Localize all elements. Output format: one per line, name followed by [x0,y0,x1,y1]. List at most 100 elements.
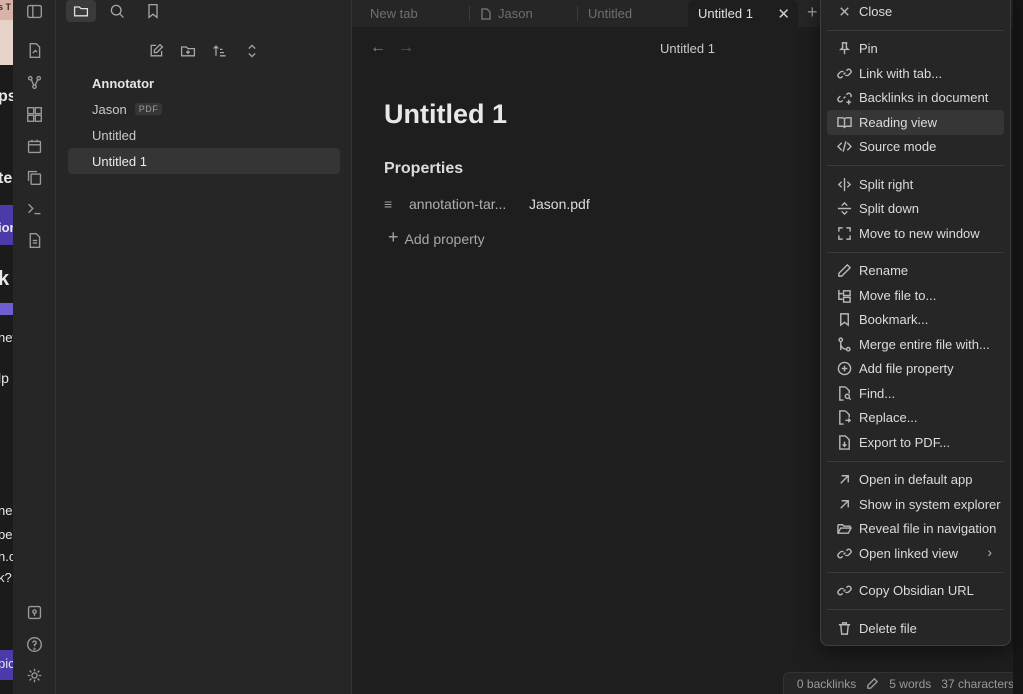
property-value[interactable]: Jason.pdf [529,196,590,212]
menu-item-rename[interactable]: Rename [827,259,1004,284]
close-tab-icon[interactable]: ✕ [777,5,790,23]
calendar-icon[interactable] [24,136,44,156]
menu-item-add-file-property[interactable]: Add file property [827,357,1004,382]
new-tab-button[interactable]: + [807,2,818,23]
pdf-file-icon [481,7,491,20]
backlinks-count[interactable]: 0 backlinks [797,677,856,691]
menu-item-label: Open in default app [859,472,973,488]
terminal-icon[interactable] [24,198,44,218]
search-icon[interactable] [102,0,132,22]
peek-text: lp [0,370,9,386]
tab-untitled-1[interactable]: Untitled 1 ✕ [688,0,798,27]
menu-item-label: Find... [859,385,896,401]
tab-untitled[interactable]: Untitled [578,0,688,27]
menu-item-copy-obsidian-url[interactable]: Copy Obsidian URL [827,579,1004,604]
properties-heading[interactable]: Properties [384,160,463,178]
menu-item-pin[interactable]: Pin [827,37,1004,62]
split-right-icon [836,176,852,192]
file-item-untitled[interactable]: Untitled [68,122,340,148]
new-folder-icon[interactable] [177,40,199,62]
collapse-all-icon[interactable] [241,40,263,62]
peek-text: pic [0,656,13,671]
copy-icon[interactable] [24,167,44,187]
menu-item-reveal-file-in-navigation[interactable]: Reveal file in navigation [827,517,1004,542]
property-key[interactable]: annotation-tar... [409,196,529,212]
document-icon[interactable] [24,230,44,250]
tab-label: Jason [498,6,533,21]
menu-item-split-down[interactable]: Split down [827,197,1004,222]
menu-item-merge-entire-file[interactable]: Merge entire file with... [827,332,1004,357]
menu-item-move-to-new-window[interactable]: Move to new window [827,221,1004,246]
property-row[interactable]: ≡ annotation-tar... Jason.pdf [384,193,684,215]
files-folder-icon[interactable] [66,0,96,22]
window-edge [1013,0,1023,694]
folder-tree-icon [836,287,852,303]
menu-item-label: Rename [859,263,909,279]
menu-item-open-linked-view[interactable]: Open linked view › [827,541,1004,566]
menu-item-label: Add file property [859,361,954,377]
settings-gear-icon[interactable] [24,665,44,685]
left-ribbon [13,0,56,694]
peek-text: ne [0,503,13,518]
folder-annotator[interactable]: Annotator [68,70,340,96]
menu-item-replace[interactable]: Replace... [827,406,1004,431]
menu-item-link-with-tab[interactable]: Link with tab... [827,61,1004,86]
pencil-icon[interactable] [866,677,879,690]
link-icon [836,583,852,599]
menu-divider [827,609,1004,610]
code-icon [836,139,852,155]
trash-icon [836,620,852,636]
plus-circle-icon [836,361,852,377]
peek-text: ps [0,88,13,105]
add-property-button[interactable]: + Add property [388,227,485,248]
chevron-right-icon: › [987,544,992,560]
menu-item-label: Close [859,3,893,19]
file-item-label: Untitled 1 [92,153,147,169]
backlinks-icon [836,90,852,106]
git-merge-icon [836,336,852,352]
menu-item-label: Backlinks in document [859,90,989,106]
menu-item-split-right[interactable]: Split right [827,172,1004,197]
canvas-icon[interactable] [24,104,44,124]
menu-item-source-mode[interactable]: Source mode [827,135,1004,160]
menu-item-bookmark[interactable]: Bookmark... [827,308,1004,333]
new-note-icon[interactable] [145,40,167,62]
tab-label: New tab [370,6,418,21]
tab-new-tab[interactable]: New tab [352,0,470,27]
file-type-badge: PDF [134,103,163,115]
arrow-up-right-icon [836,472,852,488]
vault-switch-icon[interactable] [24,602,44,622]
menu-item-label: Delete file [859,620,917,636]
menu-item-show-in-system-explorer[interactable]: Show in system explorer [827,492,1004,517]
quick-switcher-icon[interactable] [24,40,44,60]
file-item-jason[interactable]: Jason PDF [68,96,340,122]
menu-item-label: Replace... [859,410,918,426]
file-explorer-sidebar: Annotator Jason PDF Untitled Untitled 1 [56,0,352,694]
sidebar-toggle-icon[interactable] [24,1,44,21]
help-icon[interactable] [24,634,44,654]
menu-item-export-to-pdf[interactable]: Export to PDF... [827,430,1004,455]
menu-item-backlinks-in-document[interactable]: Backlinks in document [827,86,1004,111]
menu-item-delete-file[interactable]: Delete file [827,616,1004,641]
menu-divider [827,251,1004,253]
menu-item-move-file-to[interactable]: Move file to... [827,283,1004,308]
pencil-icon [836,263,852,279]
tab-jason[interactable]: Jason [470,0,578,27]
note-title[interactable]: Untitled 1 [384,99,507,130]
menu-item-find[interactable]: Find... [827,381,1004,406]
menu-item-label: Link with tab... [859,65,943,81]
folder-open-icon [836,521,852,537]
file-item-untitled-1[interactable]: Untitled 1 [68,148,340,174]
menu-item-open-in-default-app[interactable]: Open in default app [827,468,1004,493]
bookmark-icon [836,312,852,328]
menu-item-label: Merge entire file with... [859,336,990,352]
menu-item-label: Split right [859,176,914,192]
sort-icon[interactable] [209,40,231,62]
menu-item-reading-view[interactable]: Reading view [827,110,1004,135]
file-item-label: Jason [92,101,127,117]
background-window-peek: s T ps ted ion k nev lp ne be n.c k? pic [0,0,13,694]
graph-view-icon[interactable] [24,72,44,92]
menu-item-close[interactable]: Close [827,0,1004,24]
bookmarks-icon[interactable] [138,0,168,22]
menu-item-label: Export to PDF... [859,434,951,450]
